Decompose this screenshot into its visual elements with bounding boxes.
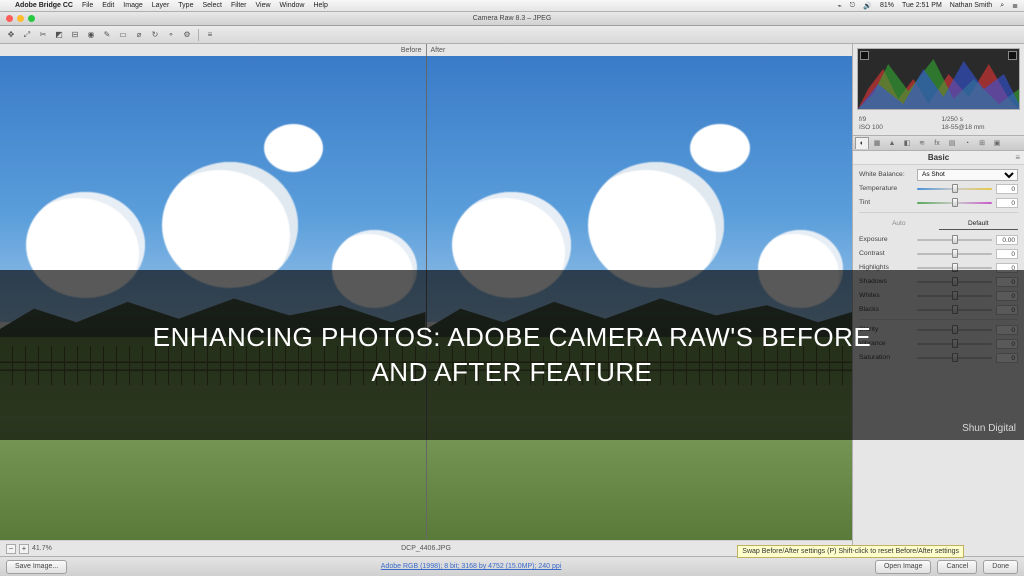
- menu-file[interactable]: File: [82, 2, 93, 9]
- tab-detail[interactable]: ▲: [885, 137, 899, 149]
- temperature-slider[interactable]: [917, 184, 992, 193]
- spot-removal-tool[interactable]: ▭: [116, 28, 130, 42]
- exif-readout: f/9 1/250 s ISO 100 18-55@18 mm: [853, 114, 1024, 135]
- cancel-button[interactable]: Cancel: [937, 560, 977, 574]
- menu-edit[interactable]: Edit: [102, 2, 114, 9]
- menubar-user[interactable]: Nathan Smith: [950, 2, 992, 9]
- graduated-filter-tool[interactable]: ⚬: [164, 28, 178, 42]
- wifi-icon[interactable]: ⎋: [850, 2, 856, 10]
- preview-filename: DCP_4406.JPG: [401, 545, 451, 552]
- zoom-out-button[interactable]: −: [6, 544, 16, 554]
- white-balance-select[interactable]: As Shot: [917, 169, 1018, 181]
- hand-tool[interactable]: ⤢: [20, 28, 34, 42]
- article-title-overlay: ENHANCING PHOTOS: ADOBE CAMERA RAW'S BEF…: [0, 270, 1024, 440]
- tint-slider[interactable]: [917, 198, 992, 207]
- preferences-tool[interactable]: ≡: [203, 28, 217, 42]
- panel-tab-strip: ◐ ▦ ▲ ◧ ≋ fx ▤ ◔ ⊞ ▣: [853, 135, 1024, 151]
- watermark: Shun Digital: [962, 423, 1016, 434]
- before-after-labels: Before After: [0, 44, 852, 56]
- tint-label: Tint: [859, 199, 913, 206]
- menubar-time[interactable]: Tue 2:51 PM: [902, 2, 942, 9]
- menu-layer[interactable]: Layer: [152, 2, 170, 9]
- volume-icon[interactable]: 🔊: [863, 2, 872, 10]
- tab-effects[interactable]: ▤: [945, 137, 959, 149]
- menu-image[interactable]: Image: [123, 2, 142, 9]
- camera-raw-toolbar: ✥ ⤢ ✂ ◩ ⊟ ◉ ✎ ▭ ⌀ ↻ ⚬ ⚙ ≡: [0, 26, 1024, 44]
- window-zoom-button[interactable]: [28, 15, 35, 22]
- spotlight-icon[interactable]: ⌕: [1000, 2, 1004, 10]
- contrast-label: Contrast: [859, 250, 913, 257]
- straighten-tool[interactable]: ✎: [100, 28, 114, 42]
- red-eye-tool[interactable]: ⌀: [132, 28, 146, 42]
- tab-camera-calibration[interactable]: ◔: [960, 137, 974, 149]
- exif-iso: ISO 100: [859, 124, 936, 131]
- menu-view[interactable]: View: [256, 2, 271, 9]
- exposure-value[interactable]: 0.00: [996, 235, 1018, 245]
- default-tone-button[interactable]: Default: [939, 218, 1019, 230]
- tab-lens-corrections[interactable]: fx: [930, 137, 944, 149]
- tab-presets[interactable]: ⊞: [975, 137, 989, 149]
- article-title: ENHANCING PHOTOS: ADOBE CAMERA RAW'S BEF…: [153, 320, 871, 390]
- menu-type[interactable]: Type: [178, 2, 193, 9]
- highlight-clipping-toggle[interactable]: [1008, 51, 1017, 60]
- crop-tool[interactable]: ◉: [84, 28, 98, 42]
- app-name-menu[interactable]: Adobe Bridge CC: [15, 2, 73, 9]
- white-balance-label: White Balance:: [859, 171, 913, 178]
- zoom-tool[interactable]: ✥: [4, 28, 18, 42]
- tab-tone-curve[interactable]: ▦: [870, 137, 884, 149]
- window-minimize-button[interactable]: [17, 15, 24, 22]
- window-title: Camera Raw 8.3 – JPEG: [0, 15, 1024, 22]
- after-label: After: [431, 47, 446, 54]
- notification-center-icon[interactable]: ≣: [1012, 2, 1018, 10]
- zoom-level-select[interactable]: 41.7%: [32, 545, 52, 552]
- before-label: Before: [401, 47, 422, 54]
- save-image-button[interactable]: Save Image...: [6, 560, 67, 574]
- preview-footer: − + 41.7% DCP_4406.JPG: [0, 540, 852, 556]
- tab-snapshots[interactable]: ▣: [990, 137, 1004, 149]
- window-close-button[interactable]: [6, 15, 13, 22]
- swap-before-after-tooltip: Swap Before/After settings (P) Shift-cli…: [737, 545, 964, 558]
- histogram[interactable]: [857, 48, 1020, 110]
- temperature-label: Temperature: [859, 185, 913, 192]
- exposure-slider[interactable]: [917, 235, 992, 244]
- auto-tone-button[interactable]: Auto: [859, 218, 939, 230]
- exif-shutter: 1/250 s: [942, 116, 1019, 123]
- bluetooth-icon[interactable]: ⌁: [837, 2, 841, 10]
- shadow-clipping-toggle[interactable]: [860, 51, 869, 60]
- menu-help[interactable]: Help: [313, 2, 327, 9]
- window-titlebar[interactable]: Camera Raw 8.3 – JPEG: [0, 12, 1024, 26]
- zoom-in-button[interactable]: +: [19, 544, 29, 554]
- tab-split-toning[interactable]: ≋: [915, 137, 929, 149]
- exposure-label: Exposure: [859, 236, 913, 243]
- adjustment-brush-tool[interactable]: ↻: [148, 28, 162, 42]
- tab-hsl[interactable]: ◧: [900, 137, 914, 149]
- battery-pct[interactable]: 81%: [880, 2, 894, 9]
- panel-menu-icon[interactable]: ≡: [1015, 153, 1020, 162]
- targeted-adjustment-tool[interactable]: ⊟: [68, 28, 82, 42]
- menu-select[interactable]: Select: [202, 2, 221, 9]
- temperature-value[interactable]: 0: [996, 184, 1018, 194]
- menu-window[interactable]: Window: [280, 2, 305, 9]
- dialog-footer: Save Image... Adobe RGB (1998); 8 bit; 3…: [0, 556, 1024, 576]
- basic-panel-heading: Basic ≡: [853, 151, 1024, 165]
- tint-value[interactable]: 0: [996, 198, 1018, 208]
- mac-menubar: Adobe Bridge CC File Edit Image Layer Ty…: [0, 0, 1024, 12]
- white-balance-tool[interactable]: ✂: [36, 28, 50, 42]
- contrast-value[interactable]: 0: [996, 249, 1018, 259]
- exif-lens: 18-55@18 mm: [942, 124, 1019, 131]
- done-button[interactable]: Done: [983, 560, 1018, 574]
- open-image-button[interactable]: Open Image: [875, 560, 932, 574]
- radial-filter-tool[interactable]: ⚙: [180, 28, 194, 42]
- basic-heading-label: Basic: [928, 153, 949, 162]
- contrast-slider[interactable]: [917, 249, 992, 258]
- menu-filter[interactable]: Filter: [231, 2, 247, 9]
- exif-aperture: f/9: [859, 116, 936, 123]
- color-sampler-tool[interactable]: ◩: [52, 28, 66, 42]
- tab-basic[interactable]: ◐: [855, 137, 869, 149]
- workflow-options-link[interactable]: Adobe RGB (1998); 8 bit; 3168 by 4752 (1…: [73, 563, 869, 570]
